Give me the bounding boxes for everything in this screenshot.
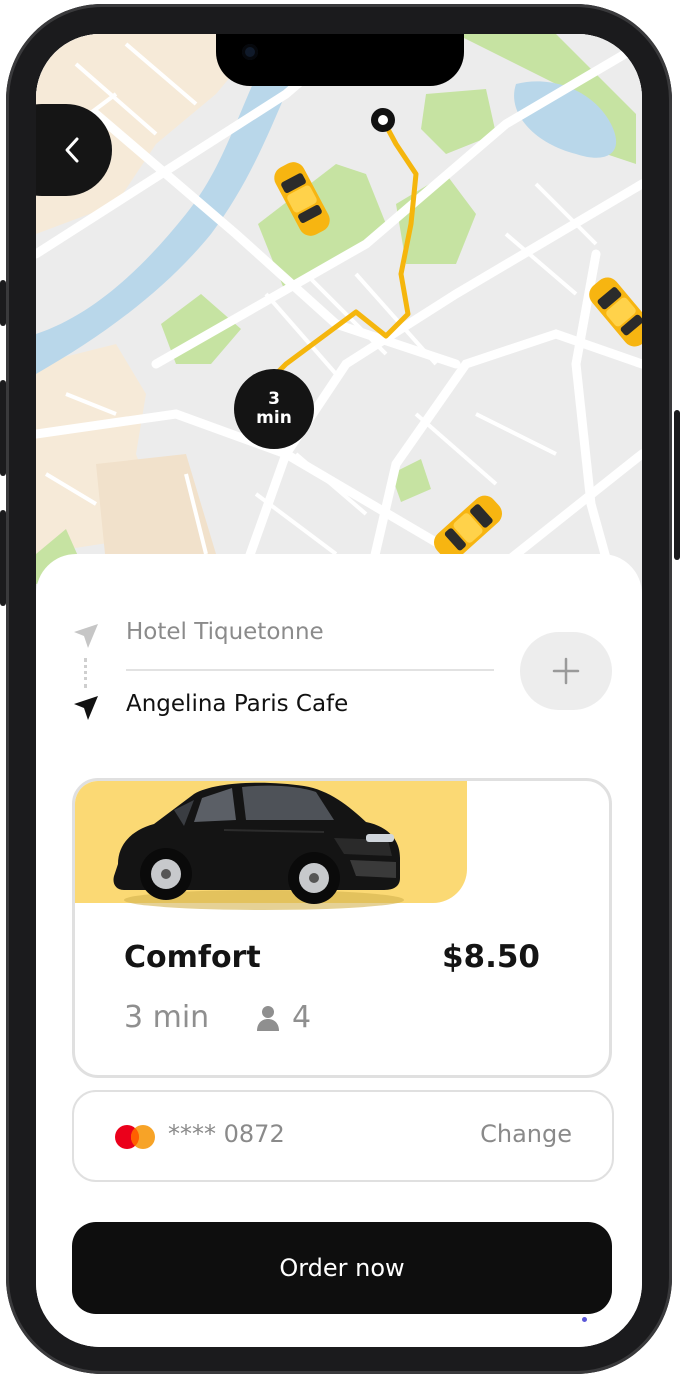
destination-location[interactable]: Angelina Paris Cafe xyxy=(126,691,348,717)
payment-method[interactable]: **** 0872 Change xyxy=(72,1090,614,1182)
change-payment-button[interactable]: Change xyxy=(480,1120,572,1148)
side-button xyxy=(0,280,6,326)
plus-icon xyxy=(552,657,580,685)
indicator-dot xyxy=(582,1317,587,1322)
seat-count: 4 xyxy=(256,1000,311,1035)
side-button xyxy=(674,410,680,560)
card-number: **** 0872 xyxy=(168,1120,285,1148)
ride-class-name: Comfort xyxy=(124,940,261,975)
side-button xyxy=(0,510,6,606)
map-view[interactable]: 3 min xyxy=(36,34,642,594)
back-chevron-icon xyxy=(65,137,79,163)
side-button xyxy=(0,380,6,476)
mastercard-icon xyxy=(115,1125,155,1149)
car-image xyxy=(113,782,404,910)
add-stop-button[interactable] xyxy=(520,632,612,710)
pickup-location[interactable]: Hotel Tiquetonne xyxy=(126,619,324,645)
route-dots xyxy=(84,658,90,688)
ride-eta: 3 min xyxy=(124,1000,210,1035)
eta-value: 3 xyxy=(268,389,280,409)
phone-notch xyxy=(216,34,464,86)
order-now-button[interactable]: Order now xyxy=(72,1222,612,1314)
person-icon xyxy=(257,1005,279,1031)
map-graphic xyxy=(36,34,642,594)
eta-badge: 3 min xyxy=(234,369,314,449)
camera-icon xyxy=(242,44,258,60)
pickup-arrow-icon xyxy=(74,624,98,648)
app-screen: 3 min Hotel Tiquetonne Angelina Paris Ca… xyxy=(36,34,642,1347)
destination-arrow-icon xyxy=(74,696,98,720)
ride-price: $8.50 xyxy=(441,939,540,975)
seat-count-value: 4 xyxy=(292,1000,312,1035)
location-divider xyxy=(126,669,494,671)
eta-unit: min xyxy=(256,408,292,428)
